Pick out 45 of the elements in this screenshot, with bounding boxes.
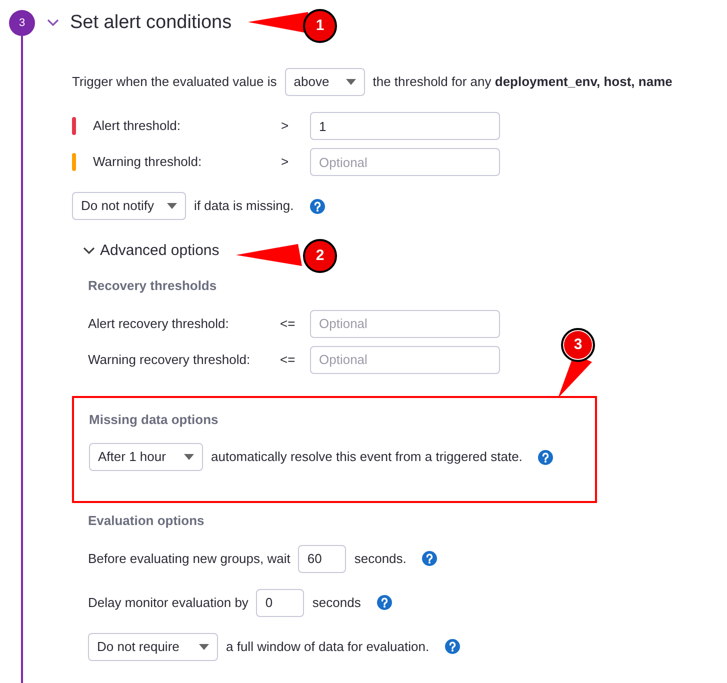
- label-text: <=: [280, 316, 296, 330]
- dropdown[interactable]: Do not require: [88, 632, 218, 660]
- caret-icon: [346, 79, 356, 85]
- section-heading: Evaluation options: [88, 512, 206, 530]
- caret-icon: [167, 203, 177, 209]
- dropdown[interactable]: After 1 hour: [89, 443, 203, 471]
- callout-badge: 2: [303, 239, 337, 273]
- help-icon[interactable]: [538, 450, 554, 464]
- label-text: Trigger when the evaluated value is: [72, 73, 277, 92]
- label-text: >: [281, 154, 289, 169]
- input-field[interactable]: 60: [298, 544, 346, 572]
- input-field[interactable]: Optional: [310, 148, 500, 176]
- help-icon[interactable]: [445, 639, 460, 654]
- help-icon[interactable]: [310, 198, 325, 214]
- label-text: Alert recovery threshold:: [88, 316, 229, 330]
- help-icon[interactable]: [376, 595, 392, 610]
- dropdown[interactable]: Do not notify: [72, 192, 186, 220]
- dropdown[interactable]: above: [284, 68, 365, 96]
- step-badge: 3: [9, 10, 35, 36]
- input-field[interactable]: 1: [310, 112, 500, 140]
- input-field[interactable]: Optional: [310, 310, 500, 338]
- caret-icon: [184, 454, 194, 460]
- label-text: Warning threshold:: [93, 154, 202, 169]
- label-text: a full window of data for evaluation.: [226, 638, 430, 656]
- section-heading: Recovery thresholds: [88, 277, 218, 295]
- input-field[interactable]: Optional: [310, 346, 500, 374]
- label-text: Warning recovery threshold:: [88, 352, 250, 366]
- caret-icon: [199, 644, 209, 650]
- label-text: automatically resolve this event from a triggered state.: [211, 448, 522, 466]
- label-text: seconds.: [354, 550, 406, 568]
- callout-badge: 3: [561, 328, 595, 362]
- label-text: seconds: [312, 594, 361, 612]
- section-toggle[interactable]: Advanced options: [100, 240, 220, 262]
- input-field[interactable]: 0: [256, 588, 304, 616]
- label-text: >: [281, 118, 289, 133]
- label-text: Delay monitor evaluation by: [88, 594, 248, 612]
- label-text: Alert threshold:: [93, 118, 180, 133]
- callout-badge: 1: [303, 9, 337, 43]
- label-text: Before evaluating new groups, wait: [88, 550, 290, 568]
- section-heading: Missing data options: [89, 410, 220, 429]
- help-icon[interactable]: [422, 551, 438, 566]
- section-title: Set alert conditions: [70, 10, 232, 35]
- label-text: if data is missing.: [194, 197, 294, 216]
- label-text: the threshold for any deployment_env, host, name: [372, 73, 672, 92]
- label-text: <=: [280, 352, 296, 366]
